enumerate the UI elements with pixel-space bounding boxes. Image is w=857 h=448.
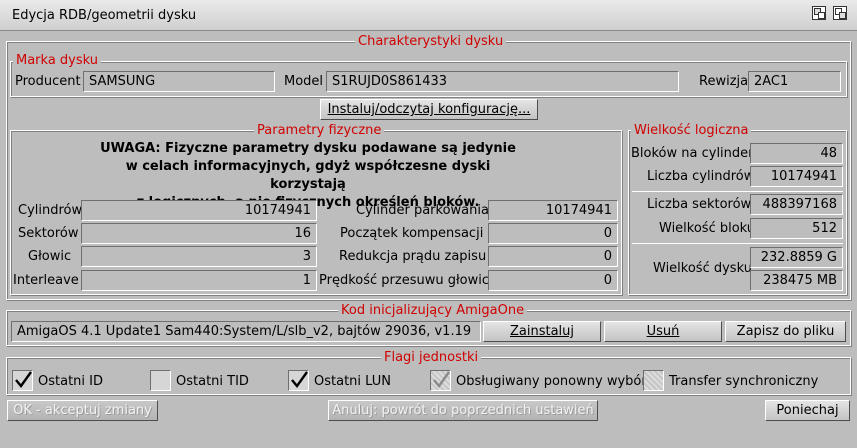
producer-field[interactable]: SAMSUNG	[83, 71, 275, 92]
logical-divider-1	[632, 191, 843, 192]
cylinders-label: Cylindrów	[18, 203, 83, 218]
heads-field[interactable]: 3	[81, 246, 317, 267]
remove-code-button[interactable]: Usuń	[604, 321, 722, 342]
interleave-label: Interleave	[13, 273, 79, 288]
install-config-button[interactable]: Instaluj/odczytaj konfigurację...	[320, 99, 538, 120]
cylinders-field[interactable]: 10174941	[81, 200, 317, 221]
logical-legend: Wielkość logiczna	[631, 124, 752, 138]
disk-size-label: Wielkość dysku	[653, 261, 752, 276]
logical-divider-2	[632, 243, 843, 244]
current-field[interactable]: 0	[488, 246, 618, 267]
install-code-button[interactable]: Zainstaluj	[483, 321, 601, 342]
last-tid-label: Ostatni TID	[176, 374, 249, 389]
checkmark-icon	[433, 371, 450, 388]
cyl-count-label: Liczba cylindrów	[647, 169, 755, 184]
flags-legend: Flagi jednostki	[381, 351, 482, 365]
heads-label: Głowic	[28, 249, 72, 264]
sectors-count-label: Liczba sektorów	[647, 197, 752, 212]
comp-field[interactable]: 0	[488, 223, 618, 244]
sectors-field[interactable]: 16	[81, 223, 317, 244]
last-lun-checkbox[interactable]	[288, 370, 309, 391]
title-bar[interactable]: Edycja RDB/geometrii dysku	[0, 0, 857, 31]
checkmark-icon	[15, 371, 32, 388]
revision-field[interactable]: 2AC1	[748, 71, 841, 92]
depth-icon[interactable]	[833, 6, 847, 20]
sync-label: Transfer synchroniczny	[669, 374, 819, 389]
cancel-button[interactable]: Anuluj: powrót do poprzednich ustawień	[328, 400, 598, 421]
abort-button[interactable]: Poniechaj	[765, 400, 850, 421]
interleave-field[interactable]: 1	[81, 270, 317, 291]
last-id-label: Ostatni ID	[38, 374, 103, 389]
sectors-label: Sektorów	[18, 226, 79, 241]
block-size-label: Wielkość bloku	[659, 221, 756, 236]
physical-legend: Parametry fizyczne	[254, 124, 385, 138]
speed-field[interactable]: 0	[488, 270, 618, 291]
park-field[interactable]: 10174941	[488, 200, 618, 221]
block-size-field[interactable]: 512	[750, 218, 843, 239]
blocks-per-cyl-field[interactable]: 48	[750, 143, 843, 164]
amigaone-legend: Kod inicjalizujący AmigaOne	[338, 304, 528, 318]
disk-size-gb-field[interactable]: 232.8859 G	[750, 247, 843, 268]
producer-label: Producent	[15, 74, 81, 89]
blocks-per-cyl-label: Bloków na cylinder	[631, 146, 754, 161]
model-field[interactable]: S1RUJD0S861433	[326, 71, 679, 92]
park-label: Cylinder parkowania	[356, 203, 489, 218]
reselect-checkbox[interactable]	[430, 370, 451, 391]
brand-legend: Marka dysku	[13, 54, 102, 68]
window-title: Edycja RDB/geometrii dysku	[12, 8, 197, 23]
disk-size-mb-field[interactable]: 238475 MB	[750, 270, 843, 291]
characteristics-legend: Charakterystyki dysku	[355, 35, 507, 49]
cyl-count-field[interactable]: 10174941	[750, 166, 843, 187]
save-code-button[interactable]: Zapisz do pliku	[725, 321, 846, 342]
reselect-label: Obsługiwany ponowny wybór	[456, 374, 647, 389]
speed-label: Prędkość przesuwu głowic	[319, 273, 490, 288]
current-label: Redukcja prądu zapisu	[339, 249, 487, 264]
sync-checkbox[interactable]	[643, 370, 664, 391]
model-label: Model	[284, 74, 324, 89]
ok-button[interactable]: OK - akceptuj zmiany	[7, 400, 158, 421]
last-lun-label: Ostatni LUN	[314, 374, 391, 389]
warning-line-2: w celach informacyjnych, gdyż współczesn…	[125, 159, 491, 192]
comp-label: Początek kompensacji	[340, 226, 484, 241]
revision-label: Rewizja	[699, 74, 749, 89]
warning-line-1: UWAGA: Fizyczne parametry dysku podawane…	[100, 141, 516, 156]
amigaone-code-field[interactable]: AmigaOS 4.1 Update1 Sam440:System/L/slb_…	[11, 321, 481, 342]
iconify-icon[interactable]	[812, 6, 826, 20]
checkmark-icon	[291, 371, 308, 388]
last-id-checkbox[interactable]	[12, 370, 33, 391]
last-tid-checkbox[interactable]	[150, 370, 171, 391]
sectors-count-field[interactable]: 488397168	[750, 194, 843, 215]
